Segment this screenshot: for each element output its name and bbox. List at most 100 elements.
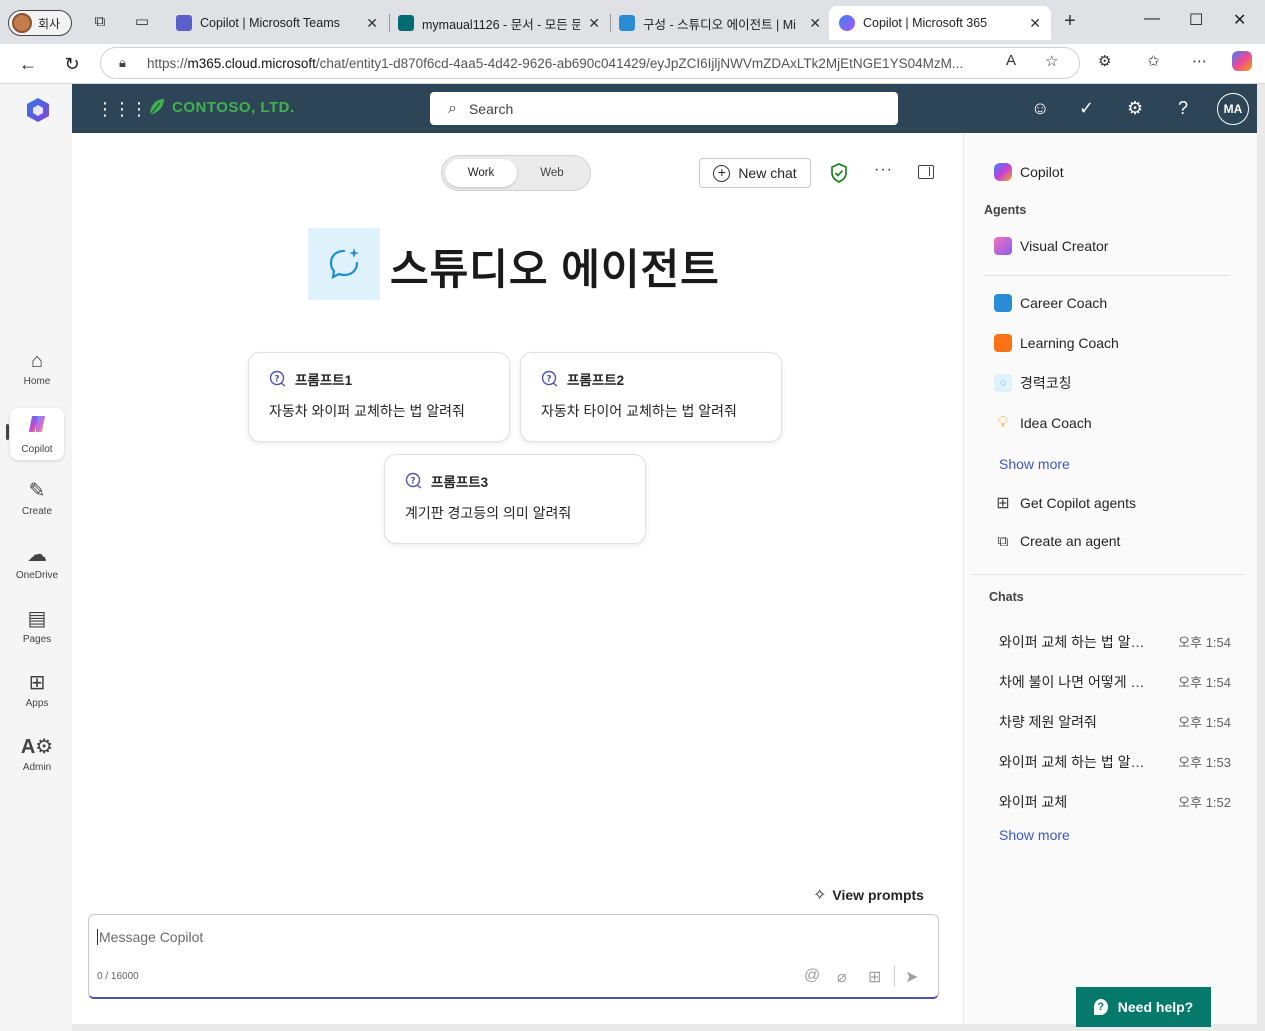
chat-history-item[interactable]: 와이퍼 교체 하는 법 알려줘 오후 1:53	[999, 752, 1231, 772]
tab-actions-icon[interactable]: ▭	[132, 12, 152, 32]
agents-show-more-link[interactable]: Show more	[999, 456, 1070, 472]
work-web-toggle[interactable]: Work Web	[441, 155, 591, 191]
studio-agent-icon: ◌	[994, 374, 1012, 392]
mention-icon[interactable]: @	[804, 967, 820, 985]
message-composer[interactable]: Message Copilot 0 / 16000 @ ⌀ ⊞ ➤	[88, 914, 939, 999]
get-copilot-agents-link[interactable]: ⊞ Get Copilot agents	[994, 494, 1136, 512]
chat-time: 오후 1:54	[1178, 635, 1231, 650]
help-icon[interactable]: ?	[1178, 98, 1188, 119]
close-tab-icon[interactable]: ✕	[366, 15, 378, 32]
browser-copilot-icon[interactable]	[1232, 51, 1252, 71]
url-field[interactable]: 🔒︎ https://m365.cloud.microsoft/chat/ent…	[100, 47, 1080, 79]
browser-tab-sharepoint[interactable]: mymaual1126 - 문서 - 모든 문 ✕	[388, 6, 610, 40]
account-avatar[interactable]: MA	[1217, 93, 1249, 125]
chat-history-item[interactable]: 와이퍼 교체 하는 법 알려줘 오후 1:54	[999, 632, 1231, 652]
rail-item-onedrive[interactable]: ☁︎ OneDrive	[10, 536, 64, 588]
message-input[interactable]: Message Copilot	[97, 929, 203, 945]
sidebar-label: Create an agent	[1020, 533, 1121, 549]
microsoft-365-logo[interactable]	[24, 96, 52, 124]
rail-item-pages[interactable]: ▤ Pages	[10, 600, 64, 652]
prompt-text: 자동차 와이퍼 교체하는 법 알려줘	[269, 403, 465, 419]
agent-avatar	[308, 228, 380, 300]
prompt-title: 프롬프트3	[431, 475, 489, 490]
prompt-card[interactable]: ? 프롬프트3 계기판 경고등의 의미 알려줘	[384, 454, 646, 544]
browser-tab-studio[interactable]: 구성 - 스튜디오 에이전트 | Mi ✕	[609, 6, 831, 40]
more-options-icon[interactable]: ···	[874, 161, 893, 179]
apps-icon: ⊞	[28, 671, 46, 694]
chat-time: 오후 1:53	[1178, 755, 1231, 770]
agent-item-career-coaching[interactable]: ◌ 경력코칭	[994, 373, 1072, 393]
chats-heading: Chats	[989, 590, 1024, 604]
chats-show-more-link[interactable]: Show more	[999, 827, 1070, 843]
feedback-smiley-icon[interactable]: ☺	[1031, 98, 1049, 119]
new-tab-icon[interactable]: +	[1060, 11, 1080, 31]
chat-history-item[interactable]: 와이퍼 교체 오후 1:52	[999, 792, 1231, 812]
rail-item-admin[interactable]: A⚙ Admin	[10, 728, 64, 780]
toggle-web[interactable]: Web	[516, 159, 588, 187]
prompt-question-icon: ?	[541, 370, 558, 387]
add-apps-icon[interactable]: ⊞	[868, 967, 881, 987]
rail-item-create[interactable]: ✎ Create	[10, 472, 64, 524]
create-agent-link[interactable]: ⧉ Create an agent	[994, 532, 1121, 550]
browser-tab-bar: 회사 ⧉ ▭ Copilot | Microsoft Teams ✕ mymau…	[0, 0, 1265, 44]
toggle-side-panel-icon[interactable]	[918, 165, 934, 179]
rail-item-copilot[interactable]: Copilot	[10, 408, 64, 460]
close-tab-icon[interactable]: ✕	[588, 15, 600, 32]
close-window-icon[interactable]: ✕	[1233, 10, 1246, 30]
refresh-icon[interactable]: ↻	[60, 52, 84, 76]
prompt-card[interactable]: ? 프롬프트2 자동차 타이어 교체하는 법 알려줘	[520, 352, 782, 442]
agent-item-learning-coach[interactable]: Learning Coach	[994, 334, 1119, 352]
cloud-icon: ☁︎	[27, 543, 47, 566]
back-icon[interactable]: ←	[16, 52, 40, 76]
tenant-brand[interactable]: CONTOSO, LTD.	[148, 97, 295, 117]
close-tab-icon[interactable]: ✕	[1029, 15, 1041, 32]
workspaces-icon[interactable]: ⧉	[90, 12, 110, 32]
enterprise-protection-shield-icon[interactable]	[830, 163, 848, 183]
prompt-card[interactable]: ? 프롬프트1 자동차 와이퍼 교체하는 법 알려줘	[248, 352, 510, 442]
browser-tab-teams[interactable]: Copilot | Microsoft Teams ✕	[166, 6, 388, 40]
need-help-label: Need help?	[1117, 999, 1194, 1015]
profile-avatar	[12, 13, 32, 33]
new-chat-button[interactable]: + New chat	[699, 158, 811, 188]
rail-item-apps[interactable]: ⊞ Apps	[10, 664, 64, 716]
favorite-star-icon[interactable]: ☆	[1045, 52, 1058, 70]
search-input[interactable]: ⌕ Search	[430, 92, 898, 125]
agent-item-career-coach[interactable]: Career Coach	[994, 294, 1107, 312]
read-aloud-icon[interactable]: A	[1006, 52, 1016, 69]
rail-label: Admin	[22, 761, 52, 773]
copilot-icon	[994, 163, 1012, 181]
lock-icon: 🔒︎	[119, 55, 126, 70]
agent-item-idea-coach[interactable]: 💡︎ Idea Coach	[994, 414, 1091, 432]
close-tab-icon[interactable]: ✕	[809, 15, 821, 32]
prompt-title: 프롬프트2	[567, 373, 625, 388]
prompt-gallery-icon: ✧	[813, 887, 827, 904]
attach-icon[interactable]: ⌀	[837, 967, 847, 987]
add-icon: +	[713, 164, 731, 182]
view-prompts-button[interactable]: ✧ View prompts	[813, 885, 924, 905]
maximize-icon[interactable]: ☐	[1189, 10, 1203, 30]
chat-history-item[interactable]: 차에 불이 나면 어떻게 해야 해 오후 1:54	[999, 672, 1231, 692]
chat-history-item[interactable]: 차량 제원 알려줘 오후 1:54	[999, 712, 1231, 732]
browser-profile-button[interactable]: 회사	[8, 10, 72, 36]
sidebar-item-copilot[interactable]: Copilot	[994, 163, 1064, 181]
url-host: m365.cloud.microsoft	[187, 55, 316, 71]
rail-item-home[interactable]: ⌂ Home	[10, 342, 64, 394]
app-launcher-icon[interactable]: ⋮⋮⋮	[96, 99, 148, 120]
browser-menu-icon[interactable]: ⋯	[1192, 52, 1207, 70]
rail-label: Home	[23, 375, 51, 387]
settings-gear-icon[interactable]: ⚙	[1127, 98, 1143, 119]
toggle-work[interactable]: Work	[445, 159, 517, 187]
url-path: /chat/entity1-d870f6cd-4aa5-4d42-9626-ab…	[315, 55, 964, 71]
send-icon[interactable]: ➤	[905, 967, 918, 987]
section-divider	[972, 574, 1244, 575]
agent-item-visual-creator[interactable]: Visual Creator	[994, 237, 1108, 255]
whats-new-icon[interactable]: ✓	[1079, 98, 1094, 119]
extensions-icon[interactable]: ⚙	[1098, 52, 1111, 70]
chat-title: 차량 제원 알려줘	[999, 714, 1097, 730]
browser-tab-copilot-m365[interactable]: Copilot | Microsoft 365 ✕	[829, 6, 1051, 40]
prompt-question-icon: ?	[405, 472, 422, 489]
minimize-icon[interactable]: —	[1144, 10, 1160, 28]
chat-time: 오후 1:52	[1178, 795, 1231, 810]
favorites-icon[interactable]: ✩	[1147, 52, 1160, 70]
need-help-button[interactable]: ? Need help?	[1076, 987, 1211, 1027]
